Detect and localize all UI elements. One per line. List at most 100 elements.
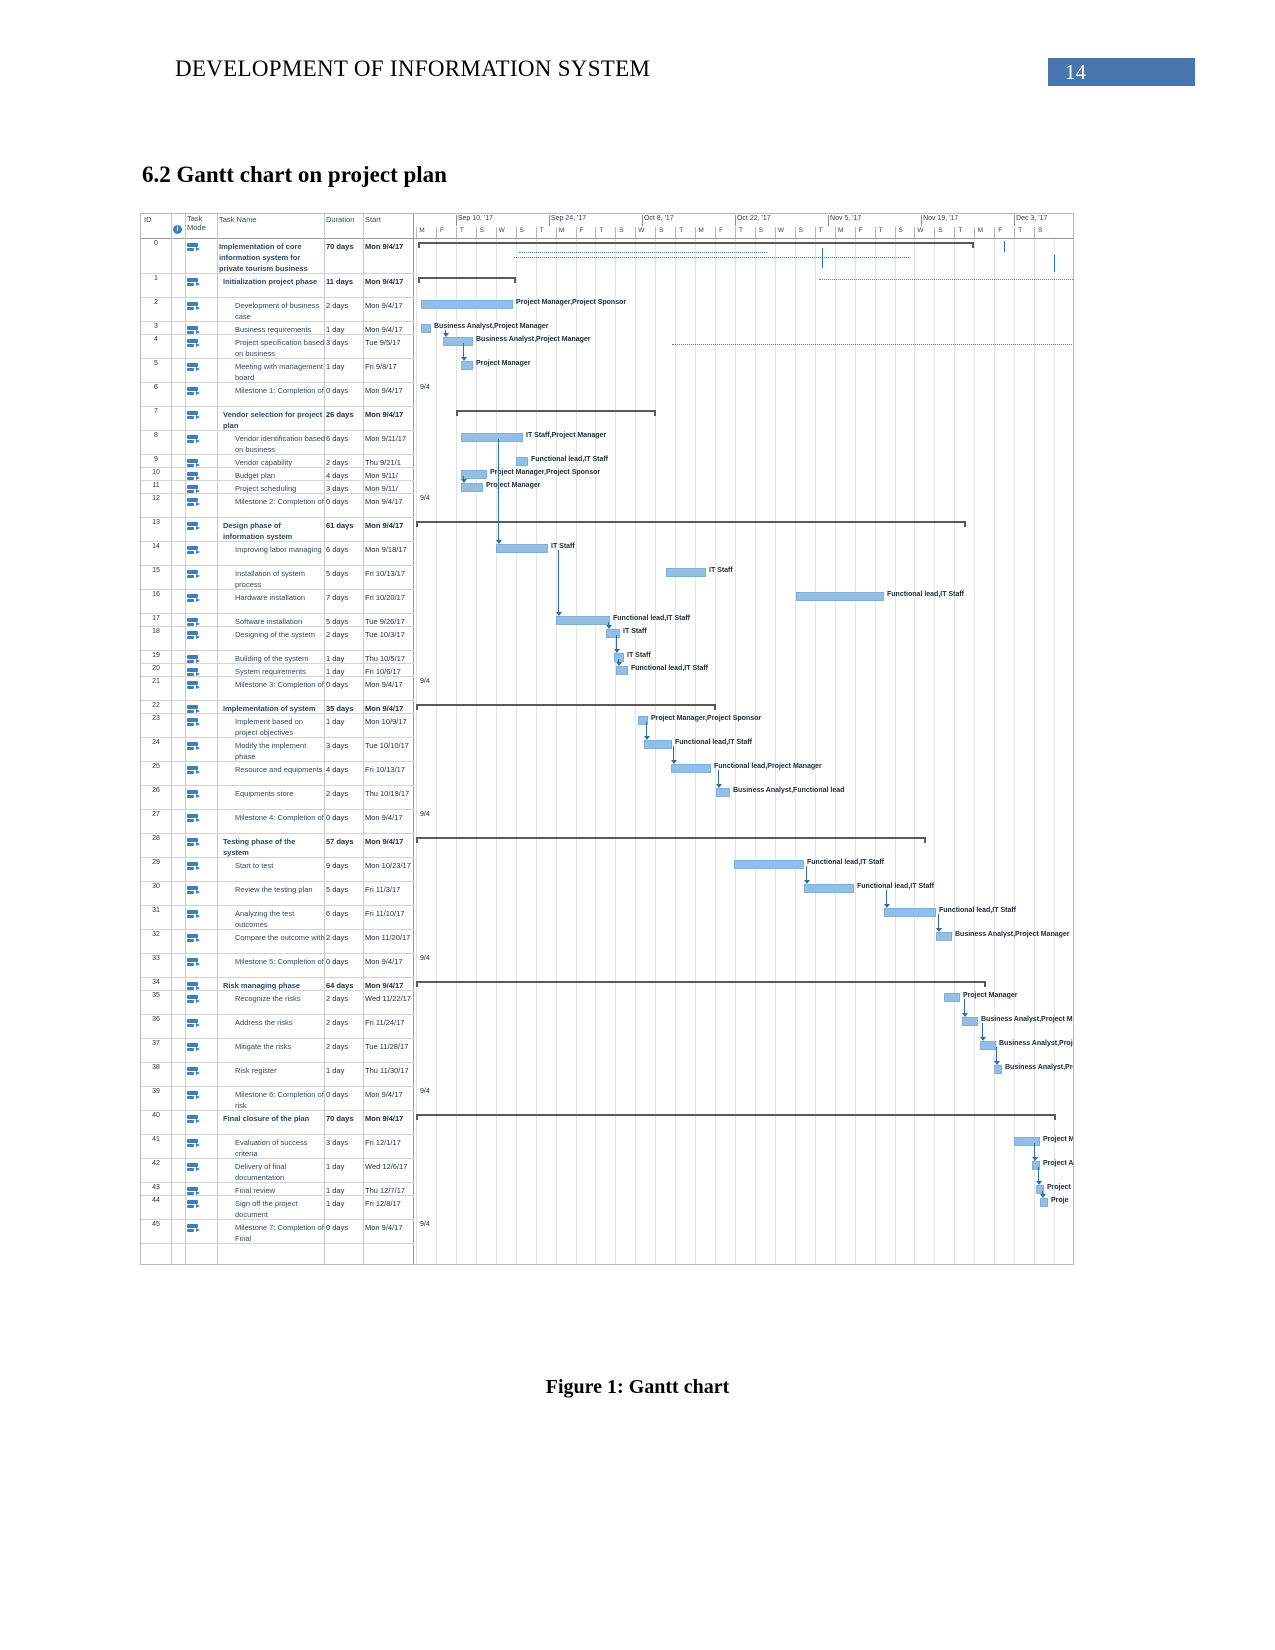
task-table-row[interactable]: 16 Hardware installation 7 days Fri 10/20/1… bbox=[141, 590, 414, 614]
task-mode-icon[interactable] bbox=[187, 1224, 205, 1233]
task-table-row[interactable]: 14 Improving labor managing 6 days Mon 9/18… bbox=[141, 542, 414, 566]
task-table-row[interactable]: 20 System requirements 1 day Fri 10/6/17 bbox=[141, 664, 414, 677]
gantt-task-bar[interactable] bbox=[944, 993, 960, 1002]
task-table-row[interactable]: 41 Evaluation of success criteria 3 days Fr… bbox=[141, 1135, 414, 1159]
task-mode-icon[interactable] bbox=[187, 472, 205, 481]
task-mode-icon[interactable] bbox=[187, 838, 205, 847]
gantt-task-bar[interactable] bbox=[616, 666, 628, 675]
task-mode-icon[interactable] bbox=[187, 862, 205, 871]
task-table-row[interactable]: 19 Building of the system 1 day Thu 10/5/17 bbox=[141, 651, 414, 664]
task-table-row[interactable]: 24 Modify the implement phase 3 days Tue 10… bbox=[141, 738, 414, 762]
task-mode-icon[interactable] bbox=[187, 681, 205, 690]
gantt-task-bar[interactable] bbox=[443, 337, 473, 346]
task-mode-icon[interactable] bbox=[187, 910, 205, 919]
task-mode-icon[interactable] bbox=[187, 485, 205, 494]
task-table-row[interactable]: 8 Vendor identification based on business… bbox=[141, 431, 414, 455]
task-table-row[interactable]: 25 Resource and equipments 4 days Fri 10/13… bbox=[141, 762, 414, 786]
task-mode-icon[interactable] bbox=[187, 982, 205, 991]
task-table-row[interactable]: 38 Risk register 1 day Thu 11/30/17 bbox=[141, 1063, 414, 1087]
task-mode-icon[interactable] bbox=[187, 435, 205, 444]
task-mode-icon[interactable] bbox=[187, 387, 205, 396]
gantt-summary-bar[interactable] bbox=[416, 1114, 1056, 1120]
gantt-summary-bar[interactable] bbox=[456, 410, 656, 416]
task-mode-icon[interactable] bbox=[187, 766, 205, 775]
task-table-row[interactable]: 22 Implementation of system 35 days Mon 9/4… bbox=[141, 701, 414, 714]
task-table-row[interactable]: 3 Business requirements 1 day Mon 9/4/17 bbox=[141, 322, 414, 335]
gantt-summary-bar[interactable] bbox=[418, 242, 974, 248]
task-mode-icon[interactable] bbox=[187, 958, 205, 967]
task-mode-icon[interactable] bbox=[187, 814, 205, 823]
task-table-row[interactable]: 42 Delivery of final documentation 1 day We… bbox=[141, 1159, 414, 1183]
task-table-row[interactable]: 13 Design phase of information system 61 d… bbox=[141, 518, 414, 542]
task-table-row[interactable]: 11 Project scheduling 3 days Mon 9/11/ bbox=[141, 481, 414, 494]
task-table-row[interactable]: 34 Risk managing phase 64 days Mon 9/4/17 bbox=[141, 978, 414, 991]
task-table-row[interactable]: 18 Designing of the system 2 days Tue 10/3/… bbox=[141, 627, 414, 651]
task-mode-icon[interactable] bbox=[187, 522, 205, 531]
task-table-row[interactable]: 35 Recognize the risks 2 days Wed 11/22/17 bbox=[141, 991, 414, 1015]
gantt-task-bar[interactable] bbox=[421, 324, 431, 333]
task-table-row[interactable]: 31 Analyzing the test outcomes 6 days Fri 1… bbox=[141, 906, 414, 930]
gantt-task-bar[interactable] bbox=[796, 592, 884, 601]
task-mode-icon[interactable] bbox=[187, 886, 205, 895]
gantt-task-bar[interactable] bbox=[556, 616, 610, 625]
task-mode-icon[interactable] bbox=[187, 326, 205, 335]
gantt-task-bar[interactable] bbox=[614, 653, 624, 662]
gantt-task-bar[interactable] bbox=[994, 1065, 1002, 1074]
task-table-row[interactable]: 39 Milestone 6: Completion of risk 0 days M… bbox=[141, 1087, 414, 1111]
task-table-row[interactable]: 0 Implementation of core information syst… bbox=[141, 239, 414, 274]
task-table-row[interactable]: 28 Testing phase of the system 57 days Mon … bbox=[141, 834, 414, 858]
task-table-row[interactable]: 27 Milestone 4: Completion of 0 days Mon 9/… bbox=[141, 810, 414, 834]
task-mode-icon[interactable] bbox=[187, 1067, 205, 1076]
task-mode-icon[interactable] bbox=[187, 995, 205, 1004]
task-table-row[interactable]: 17 Software installation 5 days Tue 9/26/17 bbox=[141, 614, 414, 627]
task-table-row[interactable]: 40 Final closure of the plan 70 days Mon 9/… bbox=[141, 1111, 414, 1135]
task-mode-icon[interactable] bbox=[187, 278, 205, 287]
gantt-summary-bar[interactable] bbox=[416, 704, 716, 710]
task-mode-icon[interactable] bbox=[187, 618, 205, 627]
task-table-row[interactable]: 4 Project specification based on business… bbox=[141, 335, 414, 359]
gantt-task-bar[interactable] bbox=[804, 884, 854, 893]
task-mode-icon[interactable] bbox=[187, 302, 205, 311]
task-mode-icon[interactable] bbox=[187, 705, 205, 714]
task-table-row[interactable]: 12 Milestone 2: Completion of 0 days Mon 9/… bbox=[141, 494, 414, 518]
task-table-row[interactable]: 45 Milestone 7: Completion of Final 0 days… bbox=[141, 1220, 414, 1244]
task-mode-icon[interactable] bbox=[187, 594, 205, 603]
task-mode-icon[interactable] bbox=[187, 363, 205, 372]
task-mode-icon[interactable] bbox=[187, 243, 205, 252]
gantt-task-bar[interactable] bbox=[496, 544, 548, 553]
gantt-task-bar[interactable] bbox=[884, 908, 936, 917]
task-mode-icon[interactable] bbox=[187, 459, 205, 468]
task-mode-icon[interactable] bbox=[187, 570, 205, 579]
task-mode-icon[interactable] bbox=[187, 546, 205, 555]
task-table-row[interactable]: 10 Budget plan 4 days Mon 9/11/ bbox=[141, 468, 414, 481]
gantt-task-bar[interactable] bbox=[734, 860, 804, 869]
task-mode-icon[interactable] bbox=[187, 655, 205, 664]
task-mode-icon[interactable] bbox=[187, 1139, 205, 1148]
task-table-row[interactable]: 7 Vendor selection for project plan 26 day… bbox=[141, 407, 414, 431]
gantt-task-bar[interactable] bbox=[980, 1041, 996, 1050]
task-table-row[interactable]: 37 Mitigate the risks 2 days Tue 11/28/17 bbox=[141, 1039, 414, 1063]
task-table-row[interactable]: 33 Milestone 5: Completion of 0 days Mon 9/… bbox=[141, 954, 414, 978]
gantt-task-bar[interactable] bbox=[461, 470, 487, 479]
gantt-summary-bar[interactable] bbox=[418, 277, 516, 283]
gantt-task-bar[interactable] bbox=[461, 483, 483, 492]
task-table-row[interactable]: 5 Meeting with management board 1 day Fri 9… bbox=[141, 359, 414, 383]
task-mode-icon[interactable] bbox=[187, 631, 205, 640]
task-mode-icon[interactable] bbox=[187, 790, 205, 799]
task-table-row[interactable]: 15 Installation of system process 5 days Fr… bbox=[141, 566, 414, 590]
task-table-row[interactable]: 1 Initialization project phase 11 days Mon … bbox=[141, 274, 414, 298]
task-table-row[interactable]: 9 Vendor capability 2 days Thu 9/21/1 bbox=[141, 455, 414, 468]
task-table-row[interactable]: 2 Development of business case 2 days Mon 9… bbox=[141, 298, 414, 322]
gantt-task-bar[interactable] bbox=[644, 740, 672, 749]
task-mode-icon[interactable] bbox=[187, 1091, 205, 1100]
gantt-summary-bar[interactable] bbox=[416, 981, 986, 987]
gantt-task-bar[interactable] bbox=[461, 433, 523, 442]
gantt-task-bar[interactable] bbox=[1040, 1198, 1048, 1207]
gantt-task-bar[interactable] bbox=[716, 788, 730, 797]
gantt-task-bar[interactable] bbox=[516, 457, 528, 466]
task-mode-icon[interactable] bbox=[187, 1163, 205, 1172]
task-table-row[interactable]: 44 Sign off the project document 1 day Fri … bbox=[141, 1196, 414, 1220]
gantt-task-bar[interactable] bbox=[666, 568, 706, 577]
task-mode-icon[interactable] bbox=[187, 339, 205, 348]
gantt-task-bar[interactable] bbox=[936, 932, 952, 941]
